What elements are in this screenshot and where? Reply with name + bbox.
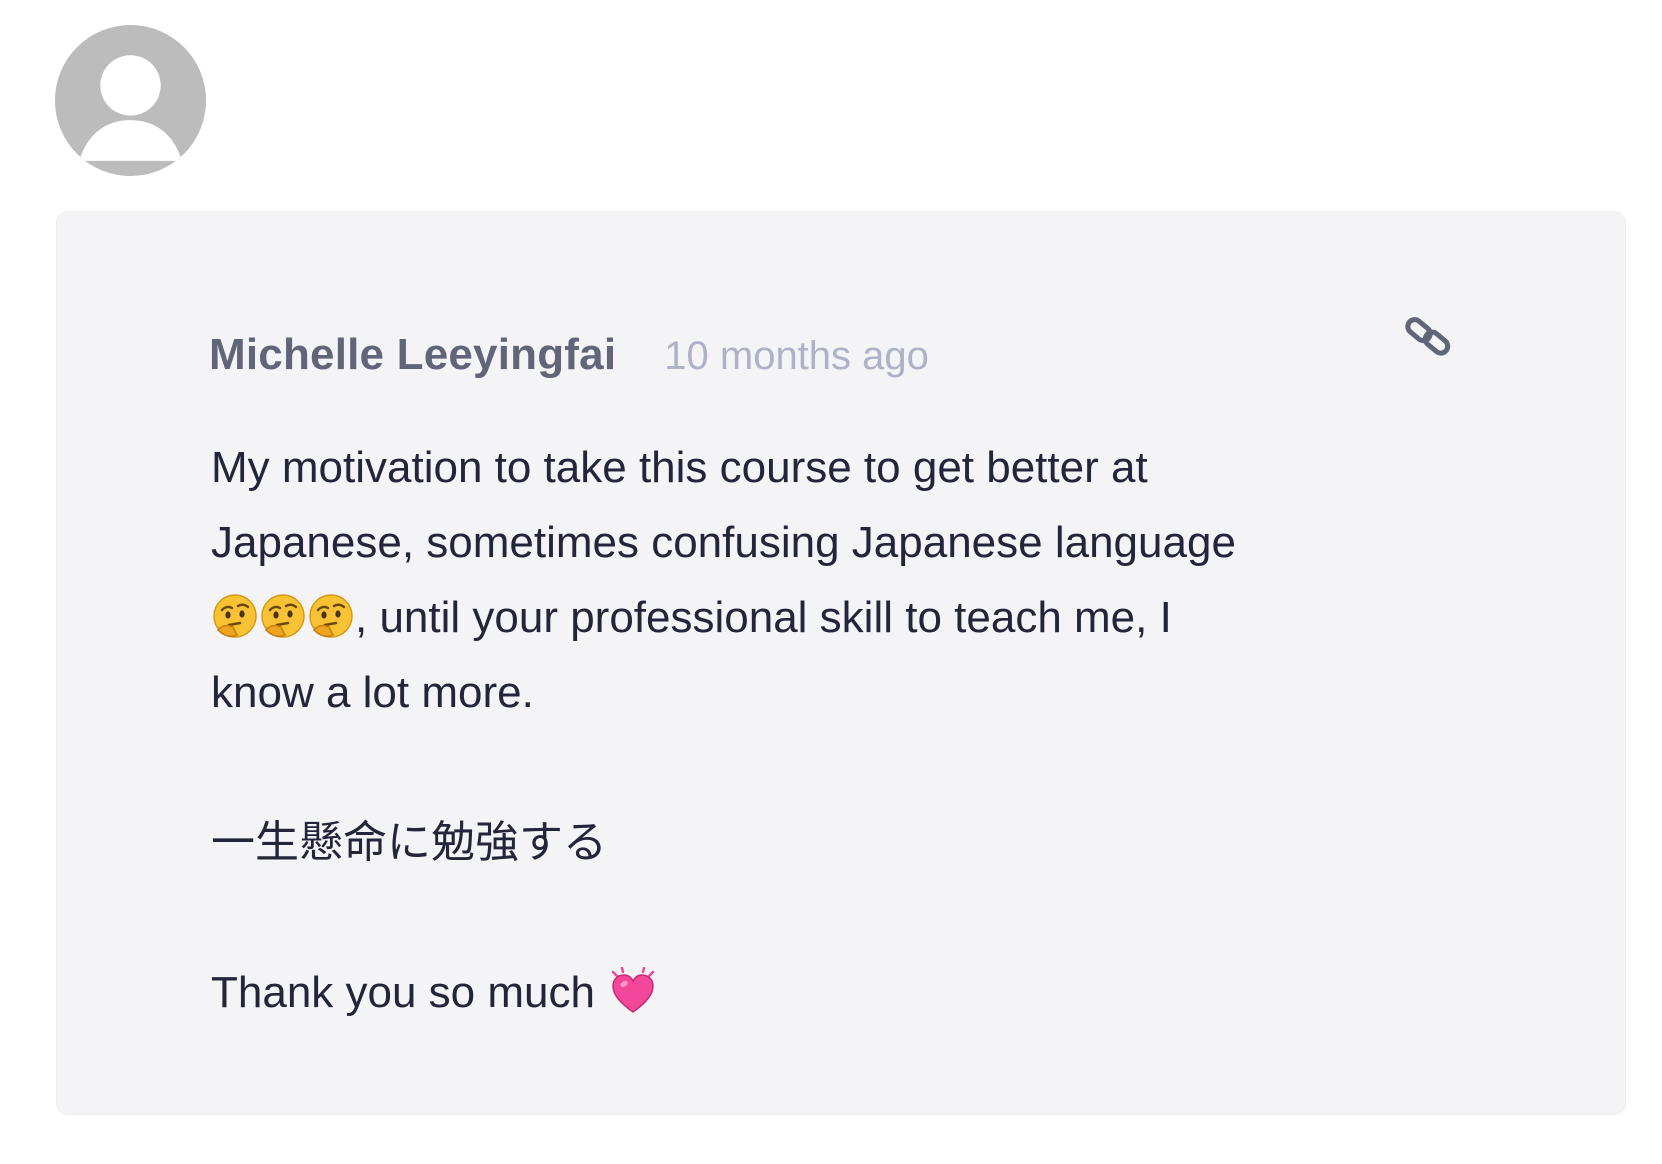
comment-text-line: , until your professional skill to teach… — [211, 580, 1471, 655]
default-avatar-icon — [55, 25, 206, 176]
user-avatar[interactable] — [55, 25, 206, 176]
author-name[interactable]: Michelle Leeyingfai — [209, 330, 616, 380]
comment-text-line: My motivation to take this course to get… — [211, 443, 1148, 492]
thinking-face-emoji-icon — [307, 592, 355, 640]
comment-timestamp[interactable]: 10 months ago — [664, 334, 929, 379]
thinking-face-emoji-icon — [259, 592, 307, 640]
comment-closing-line: Thank you so much — [211, 955, 1471, 1030]
link-icon — [1405, 317, 1451, 356]
comment-header: Michelle Leeyingfai 10 months ago — [209, 330, 929, 380]
comment-text-segment: Thank you so much — [211, 968, 595, 1017]
comment-text-line: know a lot more. — [211, 668, 534, 717]
comment-card: Michelle Leeyingfai 10 months ago My mot… — [56, 211, 1626, 1115]
thinking-face-emoji-icon — [211, 592, 259, 640]
comment-text-segment: , until your professional skill to teach… — [355, 593, 1172, 642]
comment-japanese-line: 一生懸命に勉強する — [211, 818, 607, 867]
comment-text-line: Japanese, sometimes confusing Japanese l… — [211, 518, 1236, 567]
permalink-link-icon[interactable] — [1404, 312, 1454, 362]
beating-heart-emoji-icon — [609, 967, 657, 1015]
comment-body: My motivation to take this course to get… — [211, 430, 1471, 1030]
